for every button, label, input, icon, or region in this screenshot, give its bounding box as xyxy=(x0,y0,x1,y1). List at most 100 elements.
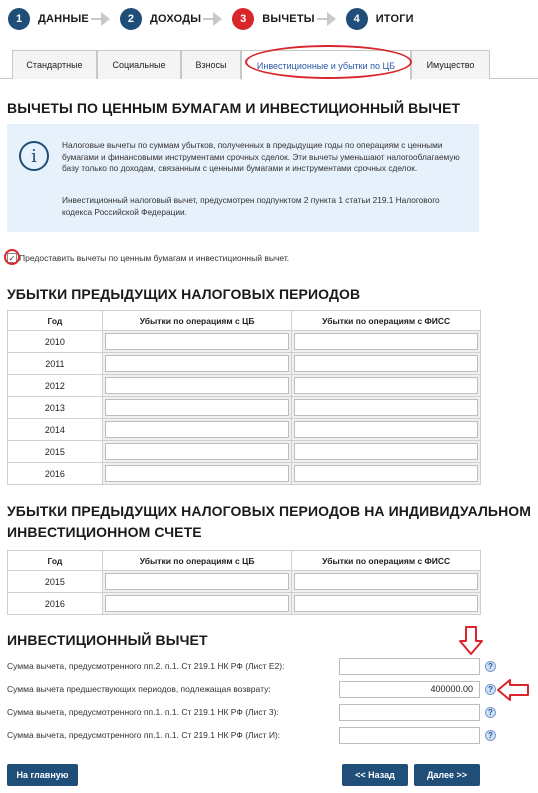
table-row: 2011 xyxy=(7,352,481,375)
section-title-securities: ВЫЧЕТЫ ПО ЦЕННЫМ БУМАГАМ И ИНВЕСТИЦИОННЫ… xyxy=(7,100,461,116)
fiss-loss-input[interactable] xyxy=(294,595,478,612)
info-paragraph: Инвестиционный налоговый вычет, предусмо… xyxy=(62,195,440,217)
table-row: 2015 xyxy=(7,440,481,463)
info-icon: i xyxy=(19,141,49,171)
fiss-loss-input[interactable] xyxy=(294,573,478,590)
back-button[interactable]: << Назад xyxy=(342,764,408,786)
year-cell: 2012 xyxy=(7,374,103,397)
fiss-loss-input[interactable] xyxy=(294,399,478,416)
step-income[interactable]: 2 ДОХОДЫ xyxy=(119,8,202,30)
arrow-down-icon xyxy=(459,626,483,655)
table-row: 2010 xyxy=(7,330,481,353)
year-cell: 2016 xyxy=(7,592,103,615)
field-label: Сумма вычета, предусмотренного пп.2. п.1… xyxy=(7,661,285,671)
column-header: Убытки по операциям с ФИСС xyxy=(291,550,481,571)
fiss-loss-input[interactable] xyxy=(294,443,478,460)
field-label: Сумма вычета, предусмотренного пп.1. п.1… xyxy=(7,730,281,740)
annotation-circle xyxy=(4,249,20,265)
column-header: Год xyxy=(7,310,103,331)
cb-loss-input[interactable] xyxy=(104,355,290,372)
annotation-circle xyxy=(245,45,412,79)
year-cell: 2011 xyxy=(7,352,103,375)
help-icon[interactable]: ? xyxy=(485,730,496,741)
checkbox-label: Предоставить вычеты по ценным бумагам и … xyxy=(19,253,290,263)
section-title-investment: ИНВЕСТИЦИОННЫЙ ВЫЧЕТ xyxy=(7,632,208,648)
deduction-sheet-i-input[interactable] xyxy=(339,727,480,744)
deduction-e2-input[interactable] xyxy=(339,658,480,675)
step-number: 3 xyxy=(232,8,255,30)
cb-loss-input[interactable] xyxy=(104,421,290,438)
column-header: Убытки по операциям с ФИСС xyxy=(291,310,481,331)
step-label: ДОХОДЫ xyxy=(149,13,202,25)
form-row: Сумма вычета предшествующих периодов, по… xyxy=(7,681,497,699)
year-cell: 2016 xyxy=(7,462,103,485)
section-title-iis-line2: ИНВЕСТИЦИОННОМ СЧЕТЕ xyxy=(7,524,202,540)
step-data[interactable]: 1 ДАННЫЕ xyxy=(8,8,89,30)
fiss-loss-input[interactable] xyxy=(294,355,478,372)
tab-social[interactable]: Социальные xyxy=(97,50,181,79)
fiss-loss-input[interactable] xyxy=(294,421,478,438)
fiss-loss-input[interactable] xyxy=(294,377,478,394)
fiss-loss-input[interactable] xyxy=(294,465,478,482)
column-header: Год xyxy=(7,550,103,571)
step-label: ДАННЫЕ xyxy=(38,13,89,25)
info-box: i Налоговые вычеты по суммам убытков, по… xyxy=(7,124,479,232)
next-button[interactable]: Далее >> xyxy=(414,764,480,786)
step-results[interactable]: 4 ИТОГИ xyxy=(345,8,414,30)
table-row: 2015 xyxy=(7,570,481,593)
tab-standard[interactable]: Стандартные xyxy=(12,50,97,79)
home-button[interactable]: На главную xyxy=(7,764,78,786)
help-icon[interactable]: ? xyxy=(485,684,496,695)
iis-losses-table: Год Убытки по операциям с ЦБ Убытки по о… xyxy=(7,550,481,615)
form-row: Сумма вычета, предусмотренного пп.1. п.1… xyxy=(7,704,497,722)
year-cell: 2015 xyxy=(7,440,103,463)
step-number: 2 xyxy=(119,8,142,30)
column-header: Убытки по операциям с ЦБ xyxy=(101,310,293,331)
section-title-losses: УБЫТКИ ПРЕДЫДУЩИХ НАЛОГОВЫХ ПЕРИОДОВ xyxy=(7,286,361,302)
tab-contributions[interactable]: Взносы xyxy=(181,50,241,79)
info-paragraph: Налоговые вычеты по суммам убытков, полу… xyxy=(62,140,460,174)
cb-loss-input[interactable] xyxy=(104,399,290,416)
year-cell: 2015 xyxy=(7,570,103,593)
table-header-row: Год Убытки по операциям с ЦБ Убытки по о… xyxy=(7,310,481,331)
table-row: 2016 xyxy=(7,462,481,485)
cb-loss-input[interactable] xyxy=(104,333,290,350)
cb-loss-input[interactable] xyxy=(104,377,290,394)
table-row: 2016 xyxy=(7,592,481,615)
losses-table: Год Убытки по операциям с ЦБ Убытки по о… xyxy=(7,310,481,485)
help-icon[interactable]: ? xyxy=(485,661,496,672)
arrow-left-icon xyxy=(497,679,529,701)
arrow-right-icon xyxy=(90,12,110,26)
step-number: 4 xyxy=(345,8,368,30)
step-number: 1 xyxy=(8,8,30,30)
deduction-sheet3-input[interactable] xyxy=(339,704,480,721)
table-header-row: Год Убытки по операциям с ЦБ Убытки по о… xyxy=(7,550,481,571)
cb-loss-input[interactable] xyxy=(104,595,290,612)
prior-periods-refund-input[interactable]: 400000.00 xyxy=(339,681,480,698)
tab-property[interactable]: Имущество xyxy=(411,50,490,79)
year-cell: 2013 xyxy=(7,396,103,419)
arrow-right-icon xyxy=(316,12,336,26)
field-label: Сумма вычета, предусмотренного пп.1. п.1… xyxy=(7,707,279,717)
table-row: 2013 xyxy=(7,396,481,419)
wizard-steps: 1 ДАННЫЕ 2 ДОХОДЫ 3 ВЫЧЕТЫ 4 ИТОГИ xyxy=(8,8,414,30)
help-icon[interactable]: ? xyxy=(485,707,496,718)
section-title-iis: УБЫТКИ ПРЕДЫДУЩИХ НАЛОГОВЫХ ПЕРИОДОВ НА … xyxy=(7,503,532,519)
column-header: Убытки по операциям с ЦБ xyxy=(101,550,293,571)
form-row: Сумма вычета, предусмотренного пп.2. п.1… xyxy=(7,658,497,676)
cb-loss-input[interactable] xyxy=(104,573,290,590)
cb-loss-input[interactable] xyxy=(104,443,290,460)
fiss-loss-input[interactable] xyxy=(294,333,478,350)
table-row: 2014 xyxy=(7,418,481,441)
table-row: 2012 xyxy=(7,374,481,397)
field-label: Сумма вычета предшествующих периодов, по… xyxy=(7,684,271,694)
securities-checkbox-row[interactable]: ✓ Предоставить вычеты по ценным бумагам … xyxy=(7,251,289,265)
arrow-right-icon xyxy=(203,12,223,26)
step-label: ВЫЧЕТЫ xyxy=(262,13,315,25)
step-deductions[interactable]: 3 ВЫЧЕТЫ xyxy=(232,8,315,30)
year-cell: 2010 xyxy=(7,330,103,353)
form-row: Сумма вычета, предусмотренного пп.1. п.1… xyxy=(7,727,497,745)
year-cell: 2014 xyxy=(7,418,103,441)
cb-loss-input[interactable] xyxy=(104,465,290,482)
step-label: ИТОГИ xyxy=(375,13,414,25)
